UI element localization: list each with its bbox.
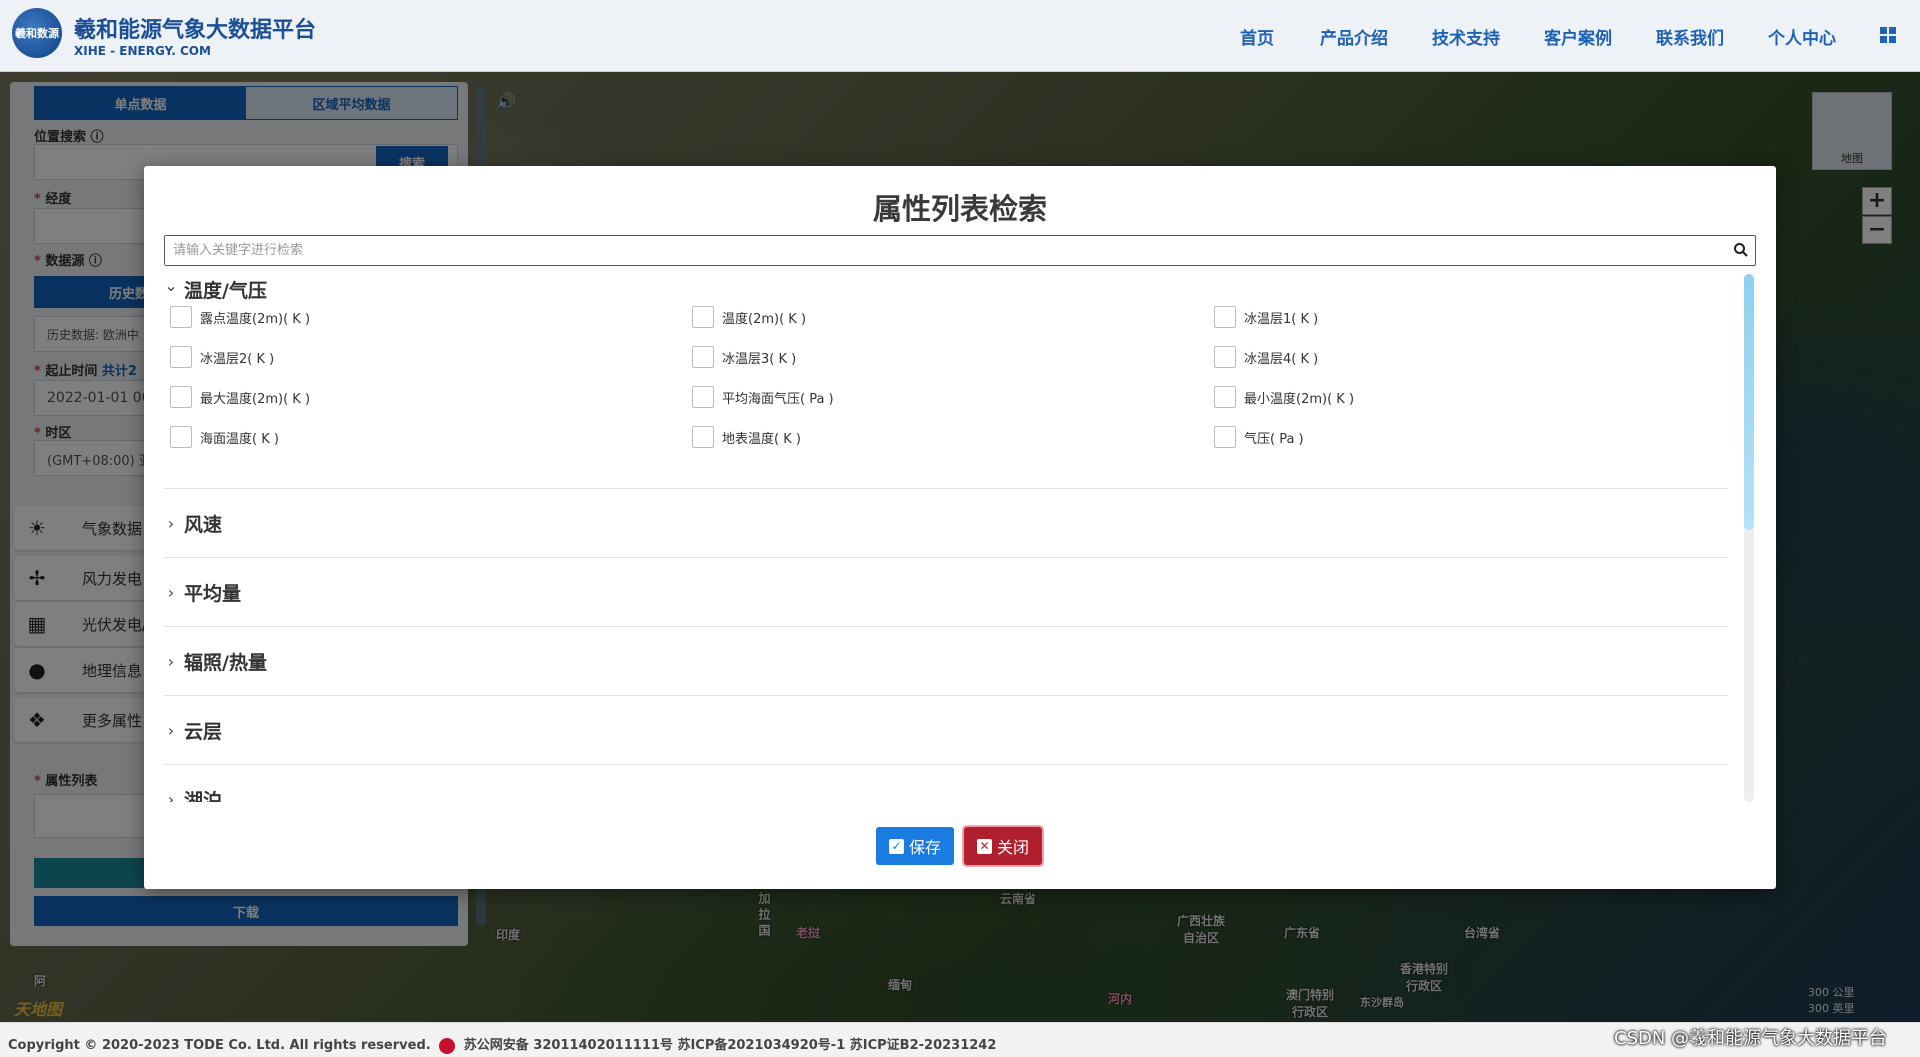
modal-title: 属性列表检索 [872,192,1047,226]
attribute-option[interactable]: 气压( Pa ) [1214,426,1304,448]
attribute-option[interactable]: 露点温度(2m)( K ) [170,306,310,328]
checkbox[interactable] [170,426,192,448]
top-header: 羲和数源 羲和能源气象大数据平台 XIHE - ENERGY. COM 首页 产… [0,0,1920,72]
police-badge-icon [439,1037,456,1054]
attribute-option[interactable]: 冰温层1( K ) [1214,306,1318,328]
attribute-search-box [164,235,1756,266]
checkbox[interactable] [170,346,192,368]
checkbox[interactable] [692,386,714,408]
check-square-icon: ✓ [888,838,904,854]
save-button[interactable]: ✓ 保存 [876,827,954,865]
group-header[interactable]: › 辐照/热量 [164,627,1728,695]
attribute-search-input[interactable] [165,236,1715,265]
checkbox[interactable] [170,306,192,328]
attribute-option[interactable]: 冰温层2( K ) [170,346,274,368]
attribute-option[interactable]: 温度(2m)( K ) [692,306,806,328]
attribute-search-modal: 属性列表检索 ⌄温度/气压 露点温度(2m)( K ) 温度(2m)( K ) … [144,166,1776,889]
group-header[interactable]: ⌄ 温度/气压 [164,274,1728,306]
checkbox[interactable] [692,346,714,368]
apps-grid-icon[interactable] [1880,27,1896,43]
group-averages: › 平均量 [164,558,1728,627]
chevron-right-icon: › [167,651,175,671]
nav-cases[interactable]: 客户案例 [1544,24,1612,49]
attribute-option[interactable]: 平均海面气压( Pa ) [692,386,834,408]
group-lake: › 湖泊 [164,765,1728,803]
chevron-down-icon: ⌄ [164,276,178,295]
group-header[interactable]: › 云层 [164,696,1728,764]
group-header[interactable]: › 平均量 [164,558,1728,626]
attribute-option[interactable]: 冰温层3( K ) [692,346,796,368]
nav-user-center[interactable]: 个人中心 [1768,24,1836,49]
modal-actions: ✓ 保存 ✕ 关闭 [144,827,1776,867]
chevron-right-icon: › [167,720,175,740]
nav-contact[interactable]: 联系我们 [1656,24,1724,49]
chevron-right-icon: › [167,789,175,803]
group-temperature-pressure: ⌄ 温度/气压 露点温度(2m)( K ) 温度(2m)( K ) 冰温层1( K… [164,274,1728,489]
search-icon[interactable] [1733,242,1749,258]
csdn-watermark: CSDN @羲和能源气象大数据平台 [1614,1028,1888,1049]
main-nav: 首页 产品介绍 技术支持 客户案例 联系我们 个人中心 [0,24,1920,49]
group-cloud: › 云层 [164,696,1728,765]
group-radiation-heat: › 辐照/热量 [164,627,1728,696]
chevron-right-icon: › [167,513,175,533]
footer-text: Copyright © 2020-2023 TODE Co. Ltd. All … [8,1037,997,1054]
chevron-right-icon: › [167,582,175,602]
attribute-option[interactable]: 冰温层4( K ) [1214,346,1318,368]
scrollbar-thumb[interactable] [1744,274,1754,530]
group-header[interactable]: › 湖泊 [164,765,1728,803]
modal-scrollbar[interactable] [1744,274,1754,802]
close-button[interactable]: ✕ 关闭 [964,827,1042,865]
checkbox[interactable] [692,426,714,448]
checkbox[interactable] [170,386,192,408]
attribute-groups: ⌄ 温度/气压 露点温度(2m)( K ) 温度(2m)( K ) 冰温层1( K… [164,274,1728,802]
group-header[interactable]: › 风速 [164,489,1728,557]
attribute-option[interactable]: 海面温度( K ) [170,426,279,448]
checkbox[interactable] [1214,346,1236,368]
close-square-icon: ✕ [976,838,992,854]
attribute-option[interactable]: 地表温度( K ) [692,426,801,448]
group-wind-speed: › 风速 [164,489,1728,558]
nav-products[interactable]: 产品介绍 [1320,24,1388,49]
checkbox[interactable] [692,306,714,328]
attribute-checkbox-list: 露点温度(2m)( K ) 温度(2m)( K ) 冰温层1( K ) 冰温层2… [164,306,1728,466]
attribute-option[interactable]: 最小温度(2m)( K ) [1214,386,1354,408]
checkbox[interactable] [1214,386,1236,408]
nav-home[interactable]: 首页 [1240,24,1274,49]
nav-support[interactable]: 技术支持 [1432,24,1500,49]
checkbox[interactable] [1214,426,1236,448]
checkbox[interactable] [1214,306,1236,328]
attribute-option[interactable]: 最大温度(2m)( K ) [170,386,310,408]
